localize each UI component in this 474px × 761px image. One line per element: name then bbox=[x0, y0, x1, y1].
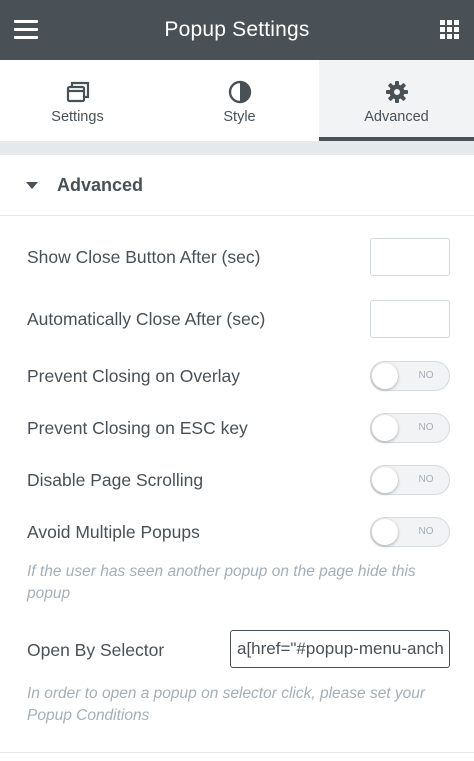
contrast-icon bbox=[228, 80, 251, 104]
show-close-after-label: Show Close Button After (sec) bbox=[27, 247, 261, 267]
open-by-selector-description: In order to open a popup on selector cli… bbox=[27, 685, 426, 724]
prevent-esc-label: Prevent Closing on ESC key bbox=[27, 418, 248, 438]
avoid-multiple-description: If the user has seen another popup on th… bbox=[27, 563, 416, 602]
panel-separator bbox=[0, 141, 474, 155]
auto-close-after-input[interactable] bbox=[370, 300, 450, 338]
section-title: Advanced bbox=[57, 175, 144, 195]
top-bar: Popup Settings bbox=[0, 0, 474, 60]
prevent-overlay-toggle[interactable]: NO bbox=[370, 361, 450, 391]
avoid-multiple-toggle[interactable]: NO bbox=[370, 517, 450, 547]
toggle-state-text: NO bbox=[418, 422, 434, 433]
toggle-state-text: NO bbox=[418, 370, 434, 381]
prevent-esc-toggle[interactable]: NO bbox=[370, 413, 450, 443]
show-close-after-input[interactable] bbox=[370, 238, 450, 276]
auto-close-after-label: Automatically Close After (sec) bbox=[27, 309, 266, 329]
toggle-state-text: NO bbox=[418, 474, 434, 485]
toggle-knob bbox=[372, 519, 398, 545]
tab-style[interactable]: Style bbox=[162, 60, 317, 141]
disable-scroll-label: Disable Page Scrolling bbox=[27, 470, 204, 490]
panel-title: Popup Settings bbox=[164, 18, 310, 41]
tab-bar: Settings Style Advanced bbox=[0, 60, 474, 141]
open-by-selector-label: Open By Selector bbox=[27, 640, 165, 660]
tab-style-label: Style bbox=[223, 109, 256, 125]
section-advanced-header[interactable]: Advanced bbox=[0, 155, 474, 216]
toggle-knob bbox=[372, 467, 398, 493]
open-by-selector-input[interactable] bbox=[230, 630, 450, 668]
avoid-multiple-label: Avoid Multiple Popups bbox=[27, 522, 200, 542]
grid-icon[interactable] bbox=[440, 20, 460, 40]
section-divider bbox=[0, 752, 474, 753]
disable-scroll-toggle[interactable]: NO bbox=[370, 465, 450, 495]
toggle-knob bbox=[372, 415, 398, 441]
tab-settings[interactable]: Settings bbox=[0, 60, 155, 141]
tab-settings-label: Settings bbox=[51, 109, 104, 125]
toggle-state-text: NO bbox=[418, 526, 434, 537]
window-icon bbox=[66, 81, 89, 103]
tab-advanced[interactable]: Advanced bbox=[319, 60, 474, 141]
caret-down-icon bbox=[26, 182, 38, 189]
gear-icon bbox=[385, 81, 408, 103]
toggle-knob bbox=[372, 363, 398, 389]
prevent-overlay-label: Prevent Closing on Overlay bbox=[27, 366, 241, 386]
tab-advanced-label: Advanced bbox=[364, 109, 429, 125]
